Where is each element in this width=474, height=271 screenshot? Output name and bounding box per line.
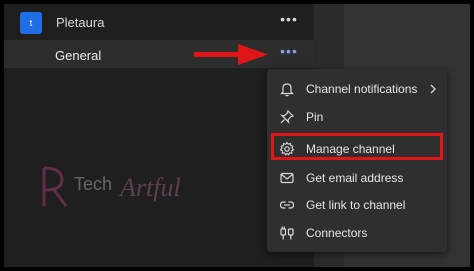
watermark-text-b: Artful	[118, 173, 181, 202]
menu-item-label: Get email address	[306, 171, 404, 185]
team-name: Pletaura	[56, 15, 105, 30]
menu-item-channel-notifications[interactable]: Channel notifications	[267, 76, 447, 102]
red-arrow-annotation-icon	[194, 44, 268, 65]
menu-item-get-email-address[interactable]: Get email address	[267, 165, 447, 191]
team-avatar: t	[20, 12, 42, 34]
teams-window: t Pletaura ••• General ••• Tech Artful C…	[4, 4, 470, 267]
bell-icon	[280, 83, 294, 97]
chevron-right-icon	[430, 84, 436, 94]
menu-item-get-link-to-channel[interactable]: Get link to channel	[267, 192, 447, 218]
channel-more-options-icon[interactable]: •••	[280, 44, 298, 61]
menu-item-label: Get link to channel	[306, 198, 406, 212]
menu-item-label: Connectors	[306, 226, 368, 240]
channel-name: General	[55, 48, 102, 63]
menu-item-pin[interactable]: Pin	[267, 104, 447, 130]
team-more-options-icon[interactable]: •••	[280, 12, 298, 29]
techartful-watermark: Tech Artful	[42, 166, 181, 207]
menu-item-label: Pin	[306, 110, 324, 124]
email-icon	[280, 172, 294, 184]
pin-icon	[280, 109, 295, 124]
link-icon	[279, 201, 295, 209]
watermark-text-a: Tech	[74, 174, 112, 194]
menu-item-label: Channel notifications	[306, 82, 418, 96]
menu-item-connectors[interactable]: Connectors	[267, 220, 447, 246]
channel-context-menu: Channel notifications Pin Manage channel	[267, 69, 447, 252]
manage-channel-highlight-box	[271, 133, 443, 160]
team-row[interactable]: t Pletaura •••	[4, 4, 314, 40]
connectors-icon	[280, 226, 294, 240]
